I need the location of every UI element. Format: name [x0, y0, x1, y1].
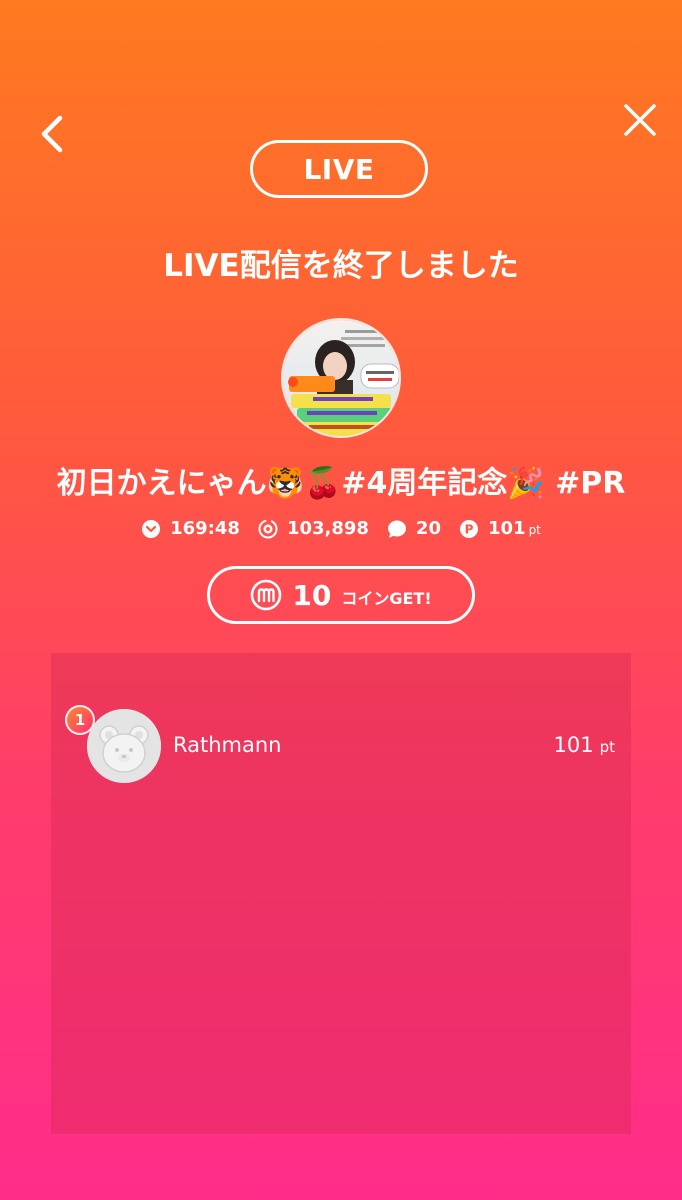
comment-bubble-icon [387, 520, 406, 538]
stream-thumbnail-image [283, 320, 399, 436]
coin-get-pill: 10 コインGET! [207, 566, 475, 624]
coin-amount: 10 [292, 578, 332, 612]
user-avatar [87, 709, 161, 783]
points-stat: P 101 pt [459, 518, 541, 539]
views-stat: 103,898 [258, 518, 369, 539]
comments-stat: 20 [387, 518, 441, 539]
live-label: LIVE [303, 152, 375, 186]
duration-value: 169:48 [170, 518, 240, 539]
chevron-left-icon [41, 115, 63, 153]
ranking-row[interactable]: 1 Rathmann 101 pt [51, 705, 631, 783]
live-badge: LIVE [250, 140, 428, 198]
views-value: 103,898 [286, 518, 369, 539]
points-p-icon: P [459, 519, 478, 538]
svg-text:P: P [465, 522, 474, 536]
duration-stat: 169:48 [141, 518, 240, 539]
chevron-down-circle-icon [142, 519, 161, 538]
user-points-unit: pt [599, 738, 615, 756]
stream-thumbnail [281, 318, 401, 438]
back-button[interactable] [34, 110, 74, 158]
stream-stats: 169:48 103,898 20 P 101 pt [0, 518, 682, 539]
stream-title: 初日かえにゃん🐯🍒#4周年記念🎉 #PR [56, 466, 626, 501]
points-value: 101 pt [487, 518, 541, 539]
user-points: 101 pt [553, 733, 616, 757]
rank-badge: 1 [65, 705, 95, 735]
m-coin-icon [251, 579, 282, 611]
bear-avatar-icon [87, 709, 161, 783]
close-icon [624, 104, 656, 136]
live-ended-message: LIVE配信を終了しました [163, 248, 519, 284]
views-icon [258, 519, 278, 538]
user-name: Rathmann [173, 733, 282, 757]
close-button[interactable] [622, 102, 658, 138]
comments-value: 20 [415, 518, 441, 539]
coin-label: コインGET! [341, 589, 432, 608]
points-unit: pt [528, 523, 541, 537]
ranking-panel: 1 Rathmann 101 pt [51, 653, 631, 1134]
